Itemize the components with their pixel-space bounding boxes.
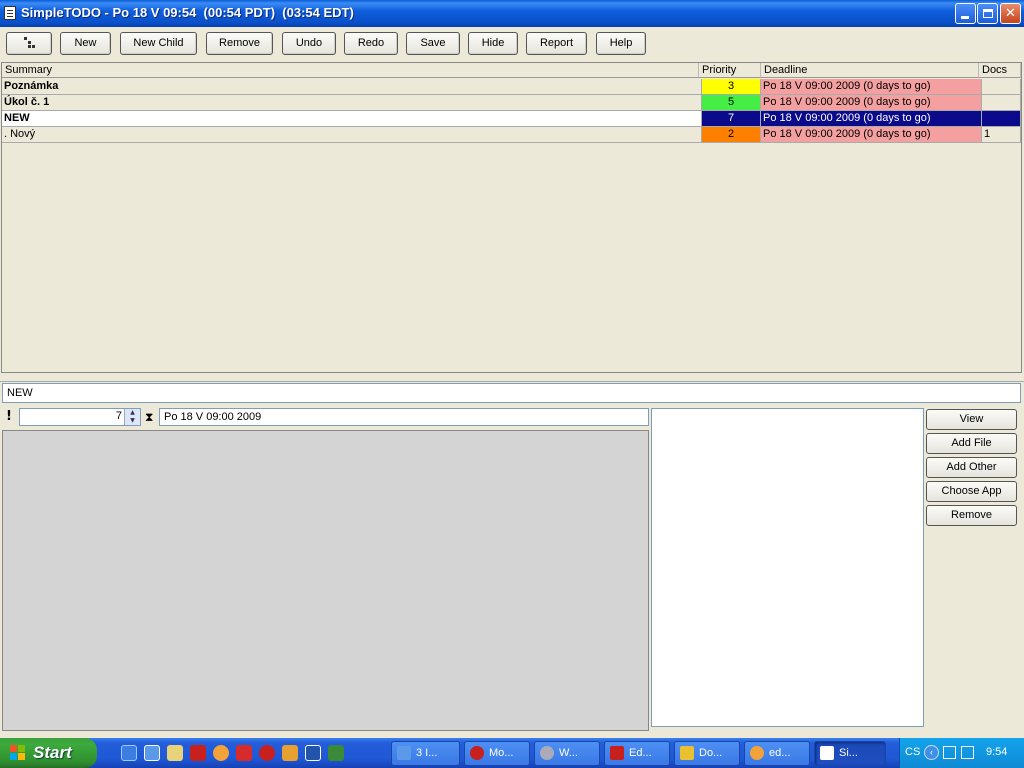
choose-app-button[interactable]: Choose App (926, 481, 1017, 502)
close-button[interactable]: ✕ (1000, 3, 1021, 24)
priority-cell: 3 (702, 79, 761, 95)
column-header-summary[interactable]: Summary (2, 63, 699, 78)
priority-cell: 2 (702, 127, 761, 143)
ie-icon[interactable] (144, 745, 160, 761)
taskbar: Start 3 I... Mo... W... Ed... Do... ed..… (0, 738, 1024, 768)
minimize-button[interactable] (955, 3, 976, 24)
opera-icon[interactable] (259, 745, 275, 761)
table-row[interactable]: . Nový 2 Po 18 V 09:00 2009 (0 days to g… (2, 127, 1021, 143)
priority-value: 7 (115, 410, 122, 422)
ie-icon (397, 746, 411, 760)
start-label: Start (33, 743, 72, 762)
task-button-filezilla[interactable]: Ed... (604, 741, 670, 766)
docs-cell: 1 (982, 127, 1021, 143)
add-other-button[interactable]: Add Other (926, 457, 1017, 478)
task-button-ie[interactable]: 3 I... (391, 741, 460, 766)
new-child-button[interactable]: New Child (120, 32, 197, 55)
folder-icon[interactable] (167, 745, 183, 761)
column-header-deadline[interactable]: Deadline (761, 63, 979, 78)
fish-icon[interactable] (282, 745, 298, 761)
spreadsheet-icon[interactable] (328, 745, 344, 761)
clock[interactable]: 9:54 (986, 746, 1007, 758)
task-button-ed[interactable]: ed... (744, 741, 810, 766)
table-row[interactable]: Poznámka 3 Po 18 V 09:00 2009 (0 days to… (2, 79, 1021, 95)
window-icon[interactable] (305, 745, 321, 761)
splat-icon[interactable] (236, 745, 252, 761)
close-icon: ✕ (1005, 6, 1016, 21)
priority-spinner[interactable]: 7 ▲ ▼ (19, 408, 141, 426)
spin-up-icon[interactable]: ▲ (125, 409, 140, 417)
title-bar: SimpleTODO - Po 18 V 09:54 (00:54 PDT) (… (0, 0, 1024, 27)
tree-icon (24, 37, 36, 49)
task-button-simpletodo[interactable]: Si... (814, 741, 886, 766)
system-tray: CS ‹ 9:54 (899, 738, 1024, 768)
redo-button[interactable]: Redo (344, 32, 398, 55)
summary-cell: Úkol č. 1 (2, 95, 702, 111)
app-icon[interactable] (213, 745, 229, 761)
start-button[interactable]: Start (0, 738, 97, 768)
save-button[interactable]: Save (406, 32, 460, 55)
priority-icon: ! (6, 409, 12, 424)
network-icon[interactable] (943, 746, 956, 759)
add-file-button[interactable]: Add File (926, 433, 1017, 454)
docs-cell (982, 79, 1021, 95)
windows-logo-icon (10, 745, 26, 761)
summary-cell: . Nový (2, 127, 702, 143)
notepad-icon (820, 746, 834, 760)
remove-button[interactable]: Remove (206, 32, 273, 55)
app-icon (750, 746, 764, 760)
task-button-do[interactable]: Do... (674, 741, 740, 766)
remove-doc-button[interactable]: Remove (926, 505, 1017, 526)
report-button[interactable]: Report (526, 32, 587, 55)
restore-icon (983, 9, 993, 18)
window-title: SimpleTODO - Po 18 V 09:54 (00:54 PDT) (… (21, 5, 354, 20)
splitter[interactable] (0, 374, 1024, 382)
column-header-priority[interactable]: Priority (699, 63, 761, 78)
document-icon (680, 746, 694, 760)
app-icon[interactable] (4, 6, 16, 20)
docs-cell (982, 111, 1021, 127)
internet-explorer-icon[interactable] (121, 745, 137, 761)
tree-view-button[interactable] (6, 32, 52, 55)
spinner-buttons: ▲ ▼ (124, 409, 140, 425)
deadline-input[interactable]: Po 18 V 09:00 2009 (159, 408, 649, 426)
deadline-cell: Po 18 V 09:00 2009 (0 days to go) (761, 95, 982, 111)
deadline-cell: Po 18 V 09:00 2009 (0 days to go) (761, 127, 982, 143)
deadline-cell: Po 18 V 09:00 2009 (0 days to go) (761, 111, 982, 127)
filezilla-icon[interactable] (190, 745, 206, 761)
task-button-w[interactable]: W... (534, 741, 600, 766)
view-button[interactable]: View (926, 409, 1017, 430)
new-button[interactable]: New (60, 32, 111, 55)
deadline-cell: Po 18 V 09:00 2009 (0 days to go) (761, 79, 982, 95)
minimize-icon (961, 16, 969, 19)
summary-cell: NEW (2, 111, 702, 127)
summary-input[interactable]: NEW (2, 383, 1021, 403)
opera-icon (470, 746, 484, 760)
task-button-opera[interactable]: Mo... (464, 741, 530, 766)
tray-expand-icon[interactable]: ‹ (924, 745, 939, 760)
filezilla-icon (610, 746, 624, 760)
help-button[interactable]: Help (596, 32, 646, 55)
table-row-selected[interactable]: NEW 7 Po 18 V 09:00 2009 (0 days to go) (2, 111, 1021, 127)
hide-button[interactable]: Hide (468, 32, 518, 55)
toolbar: New New Child Remove Undo Redo Save Hide… (0, 27, 1024, 61)
summary-cell: Poznámka (2, 79, 702, 95)
hourglass-icon[interactable]: ⧗ (145, 410, 154, 424)
priority-cell: 5 (702, 95, 761, 111)
table-row[interactable]: Úkol č. 1 5 Po 18 V 09:00 2009 (0 days t… (2, 95, 1021, 111)
column-header-docs[interactable]: Docs (979, 63, 1021, 78)
task-table: Summary Priority Deadline Docs Poznámka … (1, 62, 1022, 373)
maximize-button[interactable] (977, 3, 998, 24)
documents-list[interactable] (651, 408, 924, 727)
monitor-icon[interactable] (961, 746, 974, 759)
app-icon (540, 746, 554, 760)
priority-cell: 7 (702, 111, 761, 127)
docs-cell (982, 95, 1021, 111)
notes-textarea[interactable] (2, 430, 649, 731)
spin-down-icon[interactable]: ▼ (125, 417, 140, 425)
undo-button[interactable]: Undo (282, 32, 336, 55)
language-indicator[interactable]: CS (905, 746, 920, 758)
